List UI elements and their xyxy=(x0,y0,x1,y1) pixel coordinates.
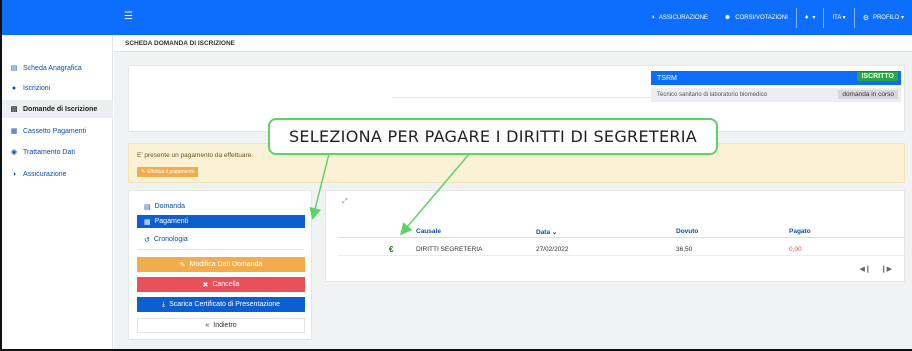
top-navbar: ☰ ◑ ASSICURAZIONE ☻ CORSI/VOTAZIONI ♦ ▾ … xyxy=(0,0,912,35)
instruction-callout: SELEZIONA PER PAGARE I DIRITTI DI SEGRET… xyxy=(268,118,718,155)
breadcrumb: SCHEDA DOMANDA DI ISCRIZIONE xyxy=(125,40,236,47)
nav-profilo[interactable]: ⚙ PROFILO ▾ xyxy=(855,0,912,35)
sidebar-item-cassetto-pagamenti[interactable]: ▦ Cassetto Pagamenti xyxy=(2,122,113,140)
profile-description-row: Tecnico sanitario di laboratorio biomedi… xyxy=(651,88,901,102)
indietro-button[interactable]: « Indietro xyxy=(137,318,305,333)
bell-icon: ♦ xyxy=(804,14,809,21)
shield-icon: ◑ xyxy=(650,14,655,21)
id-card-icon: ▤ xyxy=(10,65,18,72)
effettua-pagamento-button[interactable]: ✎ Effettua il pagamento xyxy=(137,167,199,177)
cell-causale: DIRITTI SEGRETERIA xyxy=(416,246,483,253)
top-nav-menu: ◑ ASSICURAZIONE ☻ CORSI/VOTAZIONI ♦ ▾ IT… xyxy=(643,0,912,35)
sidebar: ▤ Scheda Anagrafica ● Iscrizioni ▤ Doman… xyxy=(2,35,113,349)
nav-language[interactable]: ITA ▾ xyxy=(824,0,853,35)
scarica-label: Scarica Certificato di Presentazione xyxy=(169,301,280,308)
download-icon: ⤓ xyxy=(162,300,166,308)
nav-corsi-label: CORSI/VOTAZIONI xyxy=(735,14,788,21)
cancella-label: Cancella xyxy=(212,281,240,288)
table-row-divider xyxy=(338,255,905,256)
state-badge: domanda in corso xyxy=(838,90,898,99)
scarica-certificato-button[interactable]: ⤓ Scarica Certificato di Presentazione xyxy=(137,297,305,312)
frame-border-left xyxy=(0,0,2,351)
nav-assicurazione-label: ASSICURAZIONE xyxy=(658,14,708,21)
eye-icon: ◉ xyxy=(10,149,18,156)
cell-dovuto: 36,50 xyxy=(676,246,693,253)
menu-link-label: Cronologia xyxy=(153,236,188,243)
shield-icon: ◑ xyxy=(11,170,17,178)
sidebar-item-label: Assicurazione xyxy=(23,170,67,178)
nav-notifications-caret: ▾ xyxy=(812,15,816,21)
sidebar-item-label: Trattamento Dati xyxy=(23,148,75,156)
cell-data: 27/02/2022 xyxy=(536,246,569,253)
modifica-dati-domanda-button[interactable]: ✎ Modifica Dati Domanda xyxy=(137,257,305,272)
nav-assicurazione[interactable]: ◑ ASSICURAZIONE xyxy=(643,0,716,35)
alert-text: E' presente un pagamento da effettuare. xyxy=(137,152,254,159)
user-icon: ● xyxy=(11,84,17,92)
menu-divider xyxy=(137,249,305,250)
sidebar-item-label: Scheda Anagrafica xyxy=(23,64,82,72)
nav-corsi-votazioni[interactable]: ☻ CORSI/VOTAZIONI xyxy=(716,0,796,35)
indietro-label: Indietro xyxy=(213,322,237,329)
euro-icon[interactable]: € xyxy=(389,245,393,254)
nav-language-label: ITA ▾ xyxy=(832,15,846,21)
sidebar-item-domande[interactable]: ▤ Domande di Iscrizione xyxy=(2,100,113,118)
menu-link-cronologia[interactable]: ↺ Cronologia xyxy=(137,233,305,246)
profile-title-bar: TSRM ISCRITTO xyxy=(651,71,901,85)
edit-icon: ✎ xyxy=(179,261,186,269)
sidebar-item-scheda-anagrafica[interactable]: ▤ Scheda Anagrafica xyxy=(2,59,113,77)
topbar-logo-area xyxy=(0,0,113,35)
callout-text: SELEZIONA PER PAGARE I DIRITTI DI SEGRET… xyxy=(288,127,698,146)
table-header-divider xyxy=(338,237,905,238)
pagamenti-table-card: ⤢ Causale Data ⌄ Dovuto Pagato € DIRITTI… xyxy=(325,190,905,282)
cell-pagato: 0,00 xyxy=(789,246,802,253)
last-page-icon[interactable]: ❙▶ xyxy=(881,265,892,273)
sidebar-item-label: Cassetto Pagamenti xyxy=(23,127,87,135)
sidebar-item-assicurazione[interactable]: ◑ Assicurazione xyxy=(2,165,113,183)
modifica-label: Modifica Dati Domanda xyxy=(189,261,263,268)
hamburger-icon[interactable]: ☰ xyxy=(124,11,133,23)
users-icon: ☻ xyxy=(723,14,732,21)
breadcrumb-bar: SCHEDA DOMANDA DI ISCRIZIONE xyxy=(114,35,912,52)
menu-link-pagamenti[interactable]: ▦ Pagamenti xyxy=(137,215,305,228)
file-icon: ▦ xyxy=(10,128,18,135)
status-badge: ISCRITTO xyxy=(857,72,898,81)
menu-link-domanda[interactable]: ▤ Domanda xyxy=(137,200,305,213)
profile-title: TSRM xyxy=(657,74,677,82)
nav-profilo-label: PROFILO ▾ xyxy=(872,15,904,21)
form-icon: ▤ xyxy=(144,203,151,211)
list-icon: ▤ xyxy=(10,106,18,113)
sidebar-item-label: Iscrizioni xyxy=(23,84,51,92)
column-header-causale[interactable]: Causale xyxy=(416,228,441,235)
menu-link-label: Pagamenti xyxy=(154,218,189,225)
column-header-data[interactable]: Data ⌄ xyxy=(536,228,557,236)
domanda-menu-card: ▤ Domanda ▦ Pagamenti ↺ Cronologia ✎ Mod… xyxy=(128,190,312,340)
profile-summary: TSRM ISCRITTO Tecnico sanitario di labor… xyxy=(651,71,901,102)
first-page-icon[interactable]: ◀❙ xyxy=(860,265,871,273)
profile-description: Tecnico sanitario di laboratorio biomedi… xyxy=(657,92,768,98)
close-icon: ✖ xyxy=(202,281,209,289)
sidebar-item-label: Domande di Iscrizione xyxy=(23,105,98,113)
sidebar-item-trattamento-dati[interactable]: ◉ Trattamento Dati xyxy=(2,143,113,161)
sidebar-item-iscrizioni[interactable]: ● Iscrizioni xyxy=(2,79,113,97)
file-icon: ▦ xyxy=(144,218,151,226)
effettua-pagamento-label: Effettua il pagamento xyxy=(147,169,195,175)
menu-link-label: Domanda xyxy=(154,203,185,210)
column-header-pagato[interactable]: Pagato xyxy=(789,228,811,235)
expand-icon[interactable]: ⤢ xyxy=(342,198,348,206)
column-header-dovuto[interactable]: Dovuto xyxy=(676,228,698,235)
cancella-button[interactable]: ✖ Cancella xyxy=(137,277,305,292)
settings-icon: ⚙ xyxy=(862,14,869,22)
edit-icon: ✎ xyxy=(141,169,146,175)
history-icon: ↺ xyxy=(144,236,150,244)
nav-notifications[interactable]: ♦ ▾ xyxy=(797,0,824,35)
divider xyxy=(392,97,657,98)
double-chevron-left-icon: « xyxy=(205,322,210,329)
pagination: ◀❙ ❙▶ xyxy=(860,265,893,273)
